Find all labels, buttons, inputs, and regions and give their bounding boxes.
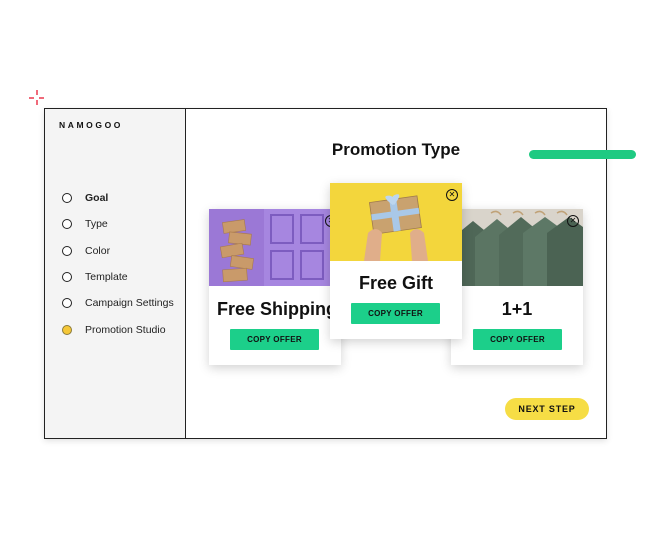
gift-box-image [330,183,462,261]
step-radio-icon [62,272,72,283]
sidebar: NAMOGOO Goal Type Color Template Campaig… [45,109,186,438]
offer-title: 1+1 [501,299,533,319]
offer-title: Free Shipping [217,299,338,319]
copy-offer-button[interactable]: COPY OFFER [230,329,319,350]
next-step-button[interactable]: NEXT STEP [505,398,589,420]
step-radio-icon [62,219,72,230]
copy-offer-button[interactable]: COPY OFFER [473,329,562,350]
step-radio-icon [62,193,72,204]
offer-card-one-plus-one[interactable]: ✕ 1+1 COPY OFFER [451,209,583,365]
steps-list: Goal Type Color Template Campaign Settin… [62,185,174,343]
step-goal[interactable]: Goal [62,185,174,211]
offer-card-free-shipping[interactable]: ✕ Free Shipping COPY OFFER [209,209,341,365]
close-icon[interactable]: ✕ [446,189,458,201]
step-type[interactable]: Type [62,211,174,237]
close-icon[interactable]: ✕ [567,215,579,227]
step-promotion-studio[interactable]: Promotion Studio [62,316,174,342]
stacked-boxes-image [209,209,341,286]
step-label: Type [85,218,108,231]
step-label: Promotion Studio [85,323,166,336]
step-radio-icon [62,324,72,335]
offer-card-free-gift[interactable]: ✕ Free Gift COPY OFFER [330,183,462,339]
step-label: Color [85,244,111,257]
step-label: Template [85,271,128,284]
brand-logo: NAMOGOO [59,120,124,130]
shirts-on-hangers-image [451,209,583,286]
decorative-accent-bar [529,150,636,159]
promotion-builder-window: NAMOGOO Goal Type Color Template Campaig… [44,108,607,439]
step-template[interactable]: Template [62,264,174,290]
offer-title: Free Gift [358,273,433,293]
sparkle-icon [29,90,45,106]
step-campaign-settings[interactable]: Campaign Settings [62,290,174,316]
step-radio-icon [62,298,72,309]
copy-offer-button[interactable]: COPY OFFER [351,303,440,324]
step-label: Goal [85,192,109,205]
step-color[interactable]: Color [62,238,174,264]
step-radio-icon [62,245,72,256]
step-label: Campaign Settings [85,297,174,310]
